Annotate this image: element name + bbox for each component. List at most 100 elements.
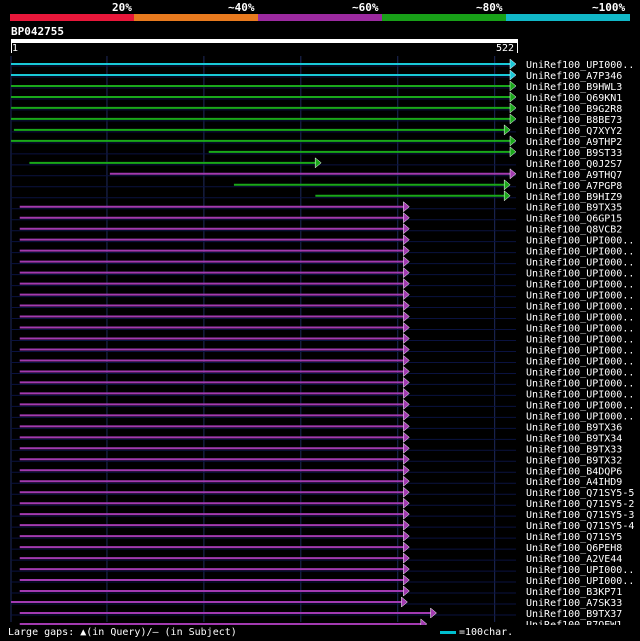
hit-label[interactable]: UniRef100_B9G2R8: [526, 104, 622, 115]
hit-row[interactable]: UniRef100_B9TX33: [11, 442, 622, 455]
hit-label[interactable]: UniRef100_UPI000..: [526, 258, 634, 269]
hit-label[interactable]: UniRef100_UPI000..: [526, 60, 634, 71]
hit-label[interactable]: UniRef100_Q0J2S7: [526, 159, 622, 170]
hit-label[interactable]: UniRef100_A7P346: [526, 71, 622, 82]
hit-row[interactable]: UniRef100_A2VE44: [11, 552, 622, 565]
hit-label[interactable]: UniRef100_UPI000..: [526, 269, 634, 280]
hit-row[interactable]: UniRef100_UPI000..: [11, 376, 634, 389]
hit-row[interactable]: UniRef100_Q0J2S7: [11, 157, 622, 170]
hit-label[interactable]: UniRef100_UPI000..: [526, 389, 634, 400]
hit-label[interactable]: UniRef100_UPI000..: [526, 236, 634, 247]
hit-label[interactable]: UniRef100_UPI000..: [526, 324, 634, 335]
hit-row[interactable]: UniRef100_Q7XYY2: [11, 124, 622, 137]
hit-label[interactable]: UniRef100_B9HIZ9: [526, 192, 622, 203]
hit-row[interactable]: UniRef100_B3KP71: [11, 585, 622, 598]
hit-label[interactable]: UniRef100_B8BE73: [526, 115, 622, 126]
hit-label[interactable]: UniRef100_A9THP2: [526, 137, 622, 148]
hit-label[interactable]: UniRef100_UPI000..: [526, 378, 634, 389]
hit-row[interactable]: UniRef100_Q6GP15: [11, 212, 622, 225]
hit-label[interactable]: UniRef100_UPI000..: [526, 576, 634, 587]
hit-label[interactable]: UniRef100_UPI000..: [526, 313, 634, 324]
hit-row[interactable]: UniRef100_UPI000..: [11, 289, 634, 302]
hit-row[interactable]: UniRef100_Q71SY5-2: [11, 497, 634, 510]
hit-row[interactable]: UniRef100_Q71SY5-5: [11, 486, 634, 499]
hit-row[interactable]: UniRef100_A7P346: [11, 69, 622, 82]
hit-label[interactable]: UniRef100_UPI000..: [526, 367, 634, 378]
hit-row[interactable]: UniRef100_A7SK33: [11, 596, 622, 609]
hit-row[interactable]: UniRef100_Q71SY5-4: [11, 519, 634, 532]
hit-label[interactable]: UniRef100_UPI000..: [526, 302, 634, 313]
hit-row[interactable]: UniRef100_UPI000..: [11, 354, 634, 367]
hit-label[interactable]: UniRef100_B9TX37: [526, 609, 622, 620]
hit-row[interactable]: UniRef100_B9TX35: [11, 201, 622, 214]
hit-label[interactable]: UniRef100_Q71SY5-2: [526, 499, 634, 510]
hit-row[interactable]: UniRef100_UPI000..: [11, 343, 634, 356]
hit-row[interactable]: UniRef100_UPI000..: [11, 245, 634, 258]
hit-row[interactable]: UniRef100_UPI000..: [11, 409, 634, 422]
hit-label[interactable]: UniRef100_Q69KN1: [526, 93, 622, 104]
hit-row[interactable]: UniRef100_UPI000..: [11, 256, 634, 269]
hit-row[interactable]: UniRef100_Q71SY5: [11, 530, 622, 543]
hit-label[interactable]: UniRef100_B9TX34: [526, 433, 622, 444]
hit-row[interactable]: UniRef100_B9TX37: [11, 607, 622, 620]
hit-label[interactable]: UniRef100_A7PGP8: [526, 181, 622, 192]
hit-label[interactable]: UniRef100_A7SK33: [526, 598, 622, 609]
hit-label[interactable]: UniRef100_UPI000..: [526, 411, 634, 422]
hit-row[interactable]: UniRef100_UPI000..: [11, 321, 634, 335]
hit-row[interactable]: UniRef100_Q71SY5-3: [11, 508, 634, 521]
hit-row[interactable]: UniRef100_A9THQ7: [11, 168, 622, 181]
hit-label[interactable]: UniRef100_Q8VCB2: [526, 225, 622, 236]
hit-row[interactable]: UniRef100_UPI000..: [11, 278, 634, 291]
hit-row[interactable]: UniRef100_B7QEW1: [11, 618, 622, 625]
hit-row[interactable]: UniRef100_Q69KN1: [11, 91, 622, 104]
hit-row[interactable]: UniRef100_B9HIZ9: [11, 190, 622, 203]
hit-row[interactable]: UniRef100_UPI000..: [11, 398, 634, 411]
hit-label[interactable]: UniRef100_UPI000..: [526, 356, 634, 367]
hit-row[interactable]: UniRef100_B9TX36: [11, 420, 622, 433]
hit-row[interactable]: UniRef100_Q6PEH8: [11, 541, 622, 554]
hit-label[interactable]: UniRef100_UPI000..: [526, 335, 634, 346]
hit-label[interactable]: UniRef100_Q71SY5-4: [526, 521, 634, 532]
hit-label[interactable]: UniRef100_UPI000..: [526, 565, 634, 576]
hit-label[interactable]: UniRef100_Q7XYY2: [526, 126, 622, 137]
hit-label[interactable]: UniRef100_B4DQP6: [526, 466, 622, 477]
hit-row[interactable]: UniRef100_B9HWL3: [11, 80, 622, 93]
hit-label[interactable]: UniRef100_UPI000..: [526, 291, 634, 302]
hit-label[interactable]: UniRef100_UPI000..: [526, 247, 634, 258]
hit-label[interactable]: UniRef100_UPI000..: [526, 400, 634, 411]
hit-label[interactable]: UniRef100_UPI000..: [526, 345, 634, 356]
hit-row[interactable]: UniRef100_UPI000..: [11, 300, 634, 313]
hit-row[interactable]: UniRef100_B9TX32: [11, 453, 622, 466]
hit-label[interactable]: UniRef100_Q6GP15: [526, 214, 622, 225]
hit-row[interactable]: UniRef100_B9ST33: [11, 146, 622, 159]
hit-row[interactable]: UniRef100_A7PGP8: [11, 179, 622, 192]
hit-label[interactable]: UniRef100_A4IHD9: [526, 477, 622, 488]
hit-label[interactable]: UniRef100_B9HWL3: [526, 82, 622, 93]
hit-label[interactable]: UniRef100_Q71SY5-5: [526, 488, 634, 499]
hit-row[interactable]: UniRef100_UPI000..: [11, 267, 634, 280]
hit-row[interactable]: UniRef100_UPI000..: [11, 58, 634, 71]
hit-row[interactable]: UniRef100_A9THP2: [11, 135, 622, 148]
hit-row[interactable]: UniRef100_Q8VCB2: [11, 223, 622, 236]
hit-label[interactable]: UniRef100_UPI000..: [526, 280, 634, 291]
hit-row[interactable]: UniRef100_UPI000..: [11, 563, 634, 576]
hit-row[interactable]: UniRef100_UPI000..: [11, 332, 634, 346]
hit-row[interactable]: UniRef100_B9TX34: [11, 431, 622, 444]
hit-row[interactable]: UniRef100_B4DQP6: [11, 464, 622, 477]
hit-label[interactable]: UniRef100_B9TX32: [526, 455, 622, 466]
hit-label[interactable]: UniRef100_B9TX35: [526, 203, 622, 214]
hit-label[interactable]: UniRef100_B7QEW1: [526, 620, 622, 625]
hit-row[interactable]: UniRef100_UPI000..: [11, 387, 634, 400]
hit-label[interactable]: UniRef100_Q71SY5-3: [526, 510, 634, 521]
hit-label[interactable]: UniRef100_A2VE44: [526, 554, 622, 565]
hit-row[interactable]: UniRef100_B9G2R8: [11, 102, 622, 115]
hit-row[interactable]: UniRef100_UPI000..: [11, 365, 634, 378]
hit-label[interactable]: UniRef100_B9ST33: [526, 148, 622, 159]
hit-row[interactable]: UniRef100_A4IHD9: [11, 475, 622, 488]
hit-row[interactable]: UniRef100_B8BE73: [11, 113, 622, 126]
hit-row[interactable]: UniRef100_UPI000..: [11, 311, 634, 324]
hit-row[interactable]: UniRef100_UPI000..: [11, 574, 634, 587]
hit-label[interactable]: UniRef100_Q71SY5: [526, 532, 622, 543]
hit-label[interactable]: UniRef100_B9TX36: [526, 422, 622, 433]
hit-label[interactable]: UniRef100_B9TX33: [526, 444, 622, 455]
